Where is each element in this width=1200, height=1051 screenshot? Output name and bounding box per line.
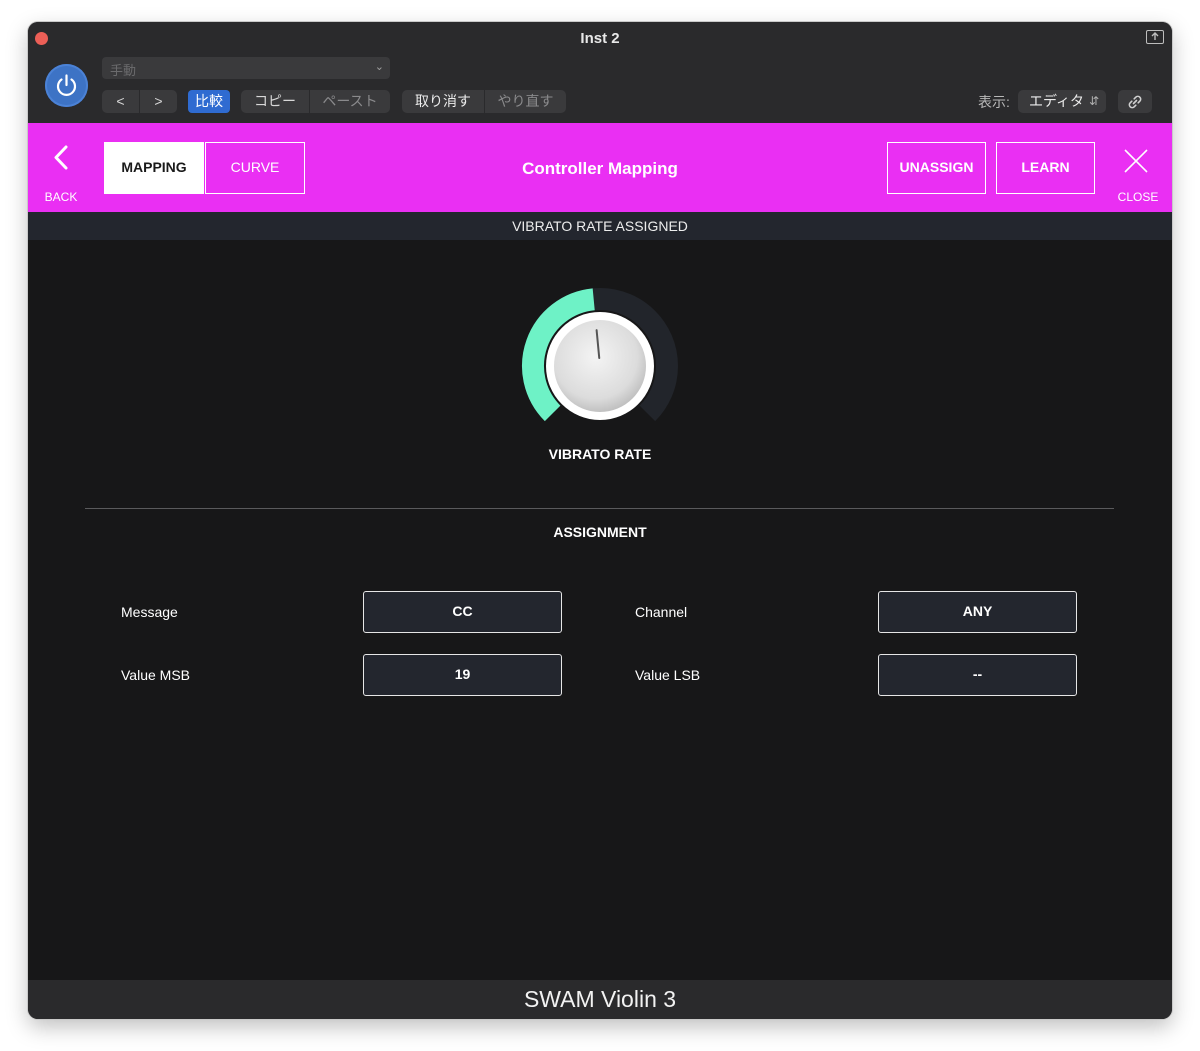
vibrato-rate-knob[interactable] (520, 286, 680, 446)
view-label: 表示: (978, 94, 1010, 110)
window-title: Inst 2 (580, 30, 620, 47)
value-msb-field[interactable]: 19 (363, 654, 562, 696)
close-button[interactable] (1120, 145, 1156, 177)
host-titlebar: Inst 2 手動 ⌄ < > 比較 コピー ペースト 取り消す やり直す 表示… (28, 22, 1172, 123)
value-lsb-field[interactable]: -- (878, 654, 1077, 696)
next-preset-button[interactable]: > (140, 90, 177, 113)
power-button[interactable] (45, 64, 88, 107)
link-button[interactable] (1118, 90, 1152, 113)
preset-value: 手動 (110, 63, 137, 78)
copy-button[interactable]: コピー (241, 90, 309, 113)
power-icon (56, 74, 77, 96)
undo-button[interactable]: 取り消す (402, 90, 484, 113)
assignment-title: ASSIGNMENT (553, 524, 647, 540)
assignment-status: VIBRATO RATE ASSIGNED (28, 212, 1172, 240)
value-lsb-label: Value LSB (635, 667, 701, 683)
learn-button[interactable]: LEARN (996, 142, 1095, 194)
value-msb-label: Value MSB (121, 667, 190, 683)
channel-field[interactable]: ANY (878, 591, 1077, 633)
view-select[interactable]: エディタ ⇵ (1018, 90, 1106, 113)
unassign-button[interactable]: UNASSIGN (887, 142, 986, 194)
close-label: CLOSE (1117, 190, 1159, 204)
channel-label: Channel (635, 604, 688, 620)
instrument-name: SWAM Violin 3 (28, 980, 1172, 1019)
previous-preset-button[interactable]: < (102, 90, 139, 113)
view-value: エディタ (1029, 93, 1085, 109)
link-icon (1128, 95, 1142, 109)
knob-face (554, 320, 646, 412)
paste-button[interactable]: ペースト (310, 90, 390, 113)
chevron-down-icon: ⌄ (374, 61, 384, 73)
compare-button[interactable]: 比較 (188, 90, 230, 113)
preset-select[interactable]: 手動 ⌄ (102, 57, 390, 79)
plugin-window: Inst 2 手動 ⌄ < > 比較 コピー ペースト 取り消す やり直す 表示… (28, 22, 1172, 1019)
message-field[interactable]: CC (363, 591, 562, 633)
chevron-updown-icon: ⇵ (1088, 94, 1099, 108)
controller-mapping-header: BACK MAPPING CURVE Controller Mapping UN… (28, 123, 1172, 212)
section-divider (85, 508, 1114, 509)
knob-label: VIBRATO RATE (548, 446, 652, 462)
back-label: BACK (44, 190, 78, 204)
share-icon[interactable] (1146, 30, 1164, 44)
message-label: Message (121, 604, 178, 620)
close-icon (1124, 149, 1148, 173)
redo-button[interactable]: やり直す (485, 90, 566, 113)
